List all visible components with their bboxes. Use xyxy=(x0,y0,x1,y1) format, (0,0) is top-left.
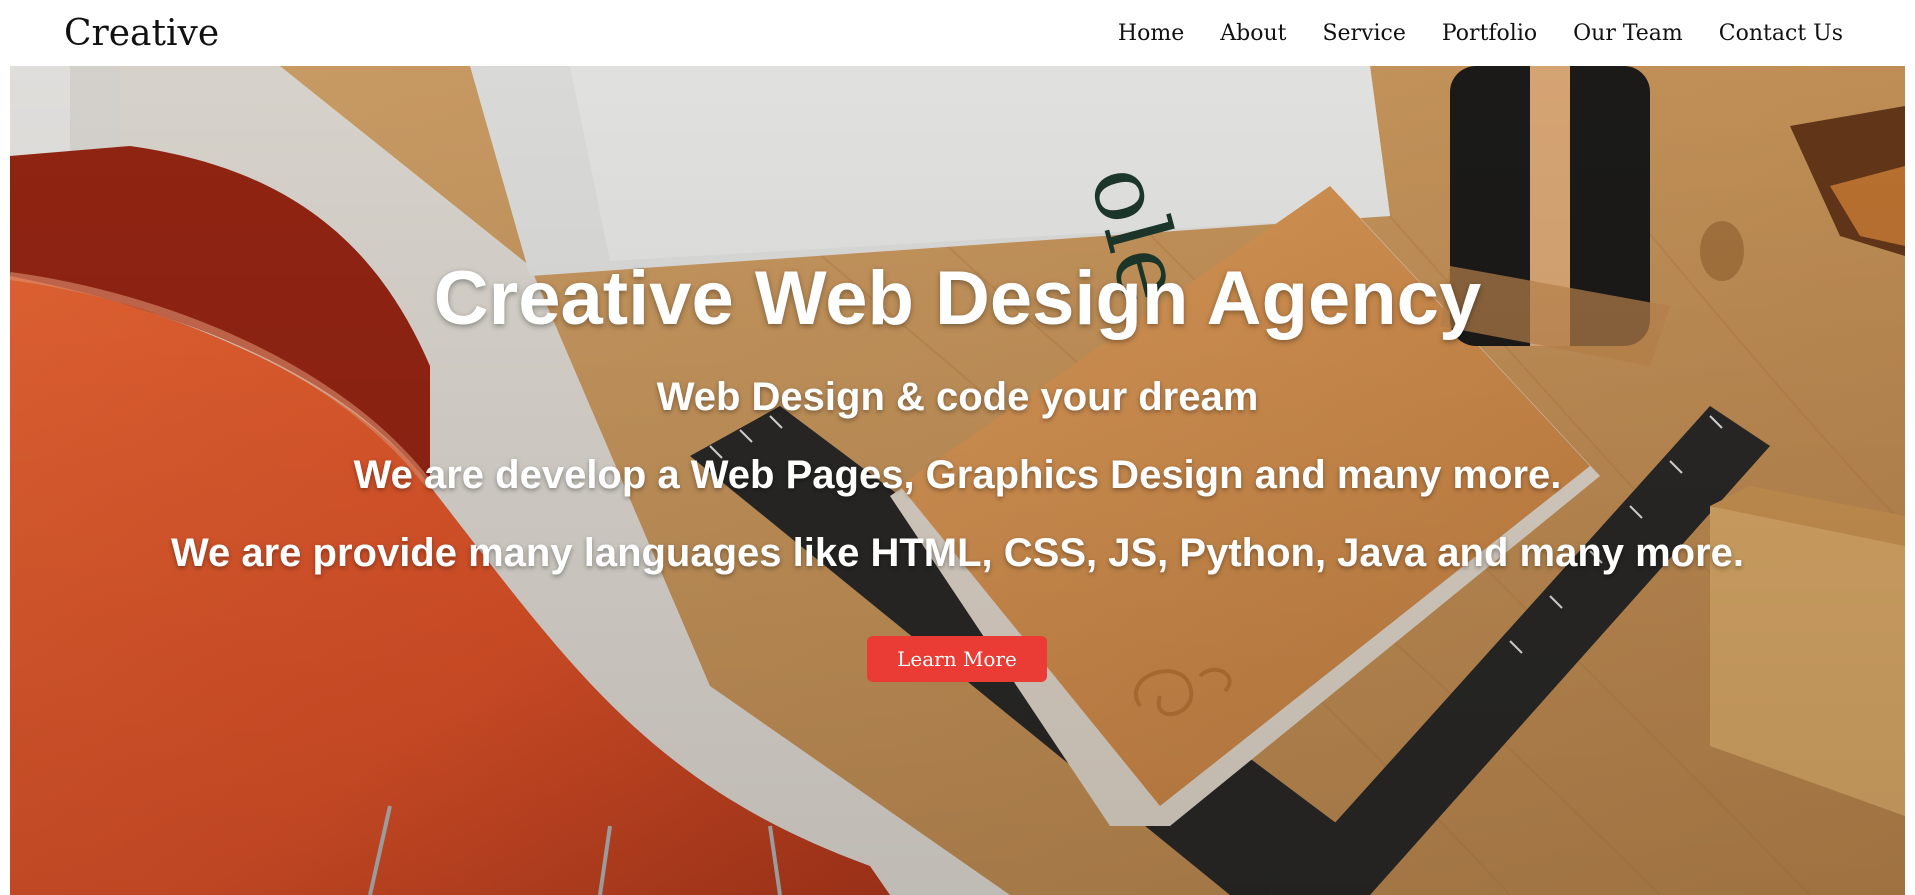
hero-languages-text: We are provide many languages like HTML,… xyxy=(170,531,1745,575)
navbar: Creative Home About Service Portfolio Ou… xyxy=(0,0,1915,66)
nav-item-home: Home xyxy=(1118,18,1184,50)
learn-more-button[interactable]: Learn More xyxy=(867,636,1047,682)
nav-link-portfolio[interactable]: Portfolio xyxy=(1442,21,1537,46)
nav-link-home[interactable]: Home xyxy=(1118,21,1184,46)
nav-item-about: About xyxy=(1220,18,1286,50)
hero-section: ole xyxy=(10,66,1905,895)
hero-subtitle: Web Design & code your dream xyxy=(656,375,1259,419)
brand-logo[interactable]: Creative xyxy=(64,12,219,56)
nav-item-portfolio: Portfolio xyxy=(1442,18,1537,50)
nav-link-contact-us[interactable]: Contact Us xyxy=(1719,21,1843,46)
nav-link-about[interactable]: About xyxy=(1220,21,1286,46)
hero-title: Creative Web Design Agency xyxy=(433,256,1482,341)
nav-link-our-team[interactable]: Our Team xyxy=(1573,21,1683,46)
nav-item-contact-us: Contact Us xyxy=(1719,18,1843,50)
hero-services-text: We are develop a Web Pages, Graphics Des… xyxy=(353,453,1562,497)
nav-item-our-team: Our Team xyxy=(1573,18,1683,50)
nav-menu: Home About Service Portfolio Our Team Co… xyxy=(1118,18,1843,50)
nav-link-service[interactable]: Service xyxy=(1322,21,1405,46)
nav-item-service: Service xyxy=(1322,18,1405,50)
